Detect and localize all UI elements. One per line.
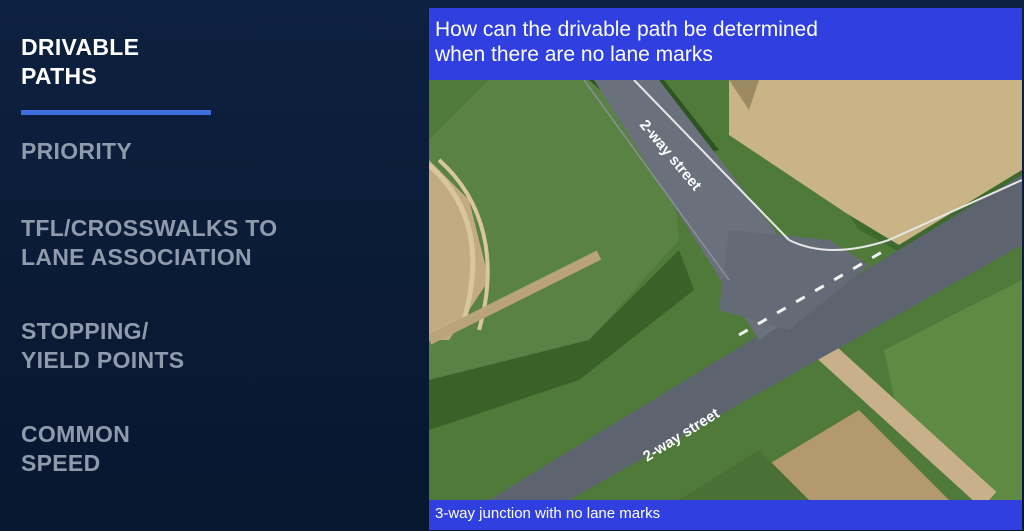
slide: DRIVABLE PATHS PRIORITY TFL/CROSSWALKS T… — [0, 0, 1024, 531]
nav-item-common-speed[interactable]: COMMON SPEED — [21, 420, 130, 478]
topic-nav: DRIVABLE PATHS PRIORITY TFL/CROSSWALKS T… — [0, 0, 420, 531]
nav-item-tfl-crosswalks[interactable]: TFL/CROSSWALKS TO LANE ASSOCIATION — [21, 214, 277, 272]
panel-title: How can the drivable path be determined … — [435, 18, 818, 66]
aerial-map-graphic: 2-way street 2-way street — [429, 80, 1022, 500]
aerial-junction-image: 2-way street 2-way street — [429, 80, 1022, 500]
image-caption: 3-way junction with no lane marks — [435, 505, 661, 522]
panel-header: How can the drivable path be determined … — [429, 8, 1022, 80]
nav-item-stopping-yield-points[interactable]: STOPPING/ YIELD POINTS — [21, 317, 184, 375]
nav-item-drivable-paths[interactable]: DRIVABLE PATHS — [21, 33, 139, 91]
caption-bar: 3-way junction with no lane marks — [429, 500, 1022, 530]
nav-item-priority[interactable]: PRIORITY — [21, 137, 132, 166]
active-topic-indicator — [21, 110, 211, 115]
content-panel: How can the drivable path be determined … — [429, 8, 1022, 530]
